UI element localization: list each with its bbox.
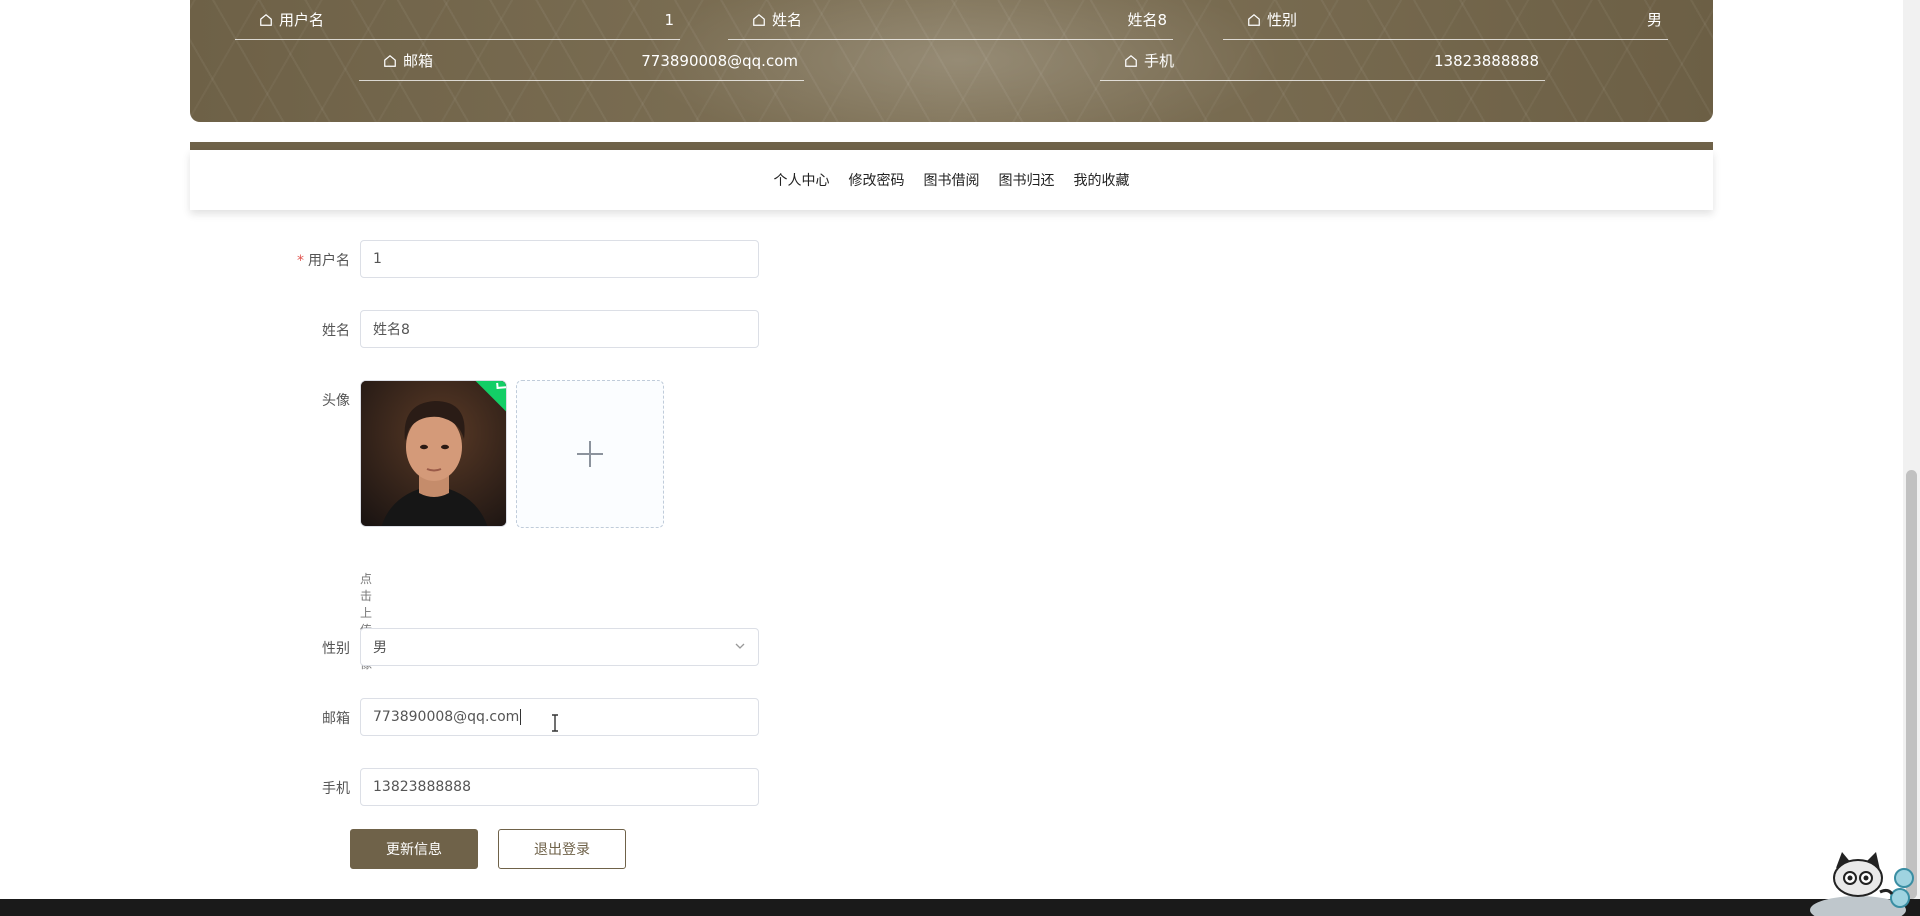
logout-button[interactable]: 退出登录	[498, 829, 626, 869]
required-mark: *	[297, 253, 304, 269]
info-value-name: 姓名8	[1127, 11, 1167, 29]
info-label-name: 姓名	[772, 11, 803, 29]
info-label-phone: 手机	[1144, 52, 1175, 70]
avatar-label: 头像	[322, 393, 350, 409]
plus-icon	[577, 441, 603, 467]
avatar-preview[interactable]	[360, 380, 507, 527]
cat-mascot-icon[interactable]	[1800, 848, 1920, 916]
username-input[interactable]: 1	[360, 240, 759, 278]
info-item-name: 姓名 姓名8	[728, 0, 1173, 40]
nav-item-personal-center[interactable]: 个人中心	[774, 170, 830, 190]
info-label-gender: 性别	[1267, 11, 1298, 29]
home-icon	[383, 54, 397, 68]
user-info-banner: 用户名 1 姓名 姓名8 性别 男 邮箱 773890008@qq.com 手机…	[190, 0, 1713, 122]
info-item-username: 用户名 1	[235, 0, 680, 40]
page-footer	[0, 899, 1920, 916]
text-cursor-icon	[552, 714, 558, 732]
nav-item-change-password[interactable]: 修改密码	[849, 170, 905, 190]
scrollbar-thumb[interactable]	[1906, 470, 1917, 899]
info-label-username: 用户名	[279, 11, 325, 29]
info-value-phone: 13823888888	[1434, 51, 1539, 70]
email-label: 邮箱	[322, 711, 350, 727]
info-value-username: 1	[664, 10, 674, 29]
update-info-button[interactable]: 更新信息	[350, 829, 478, 869]
info-item-gender: 性别 男	[1223, 0, 1668, 40]
nav-item-my-favorites[interactable]: 我的收藏	[1074, 170, 1130, 190]
text-caret	[520, 709, 522, 725]
gender-label: 性别	[322, 641, 350, 657]
info-item-phone: 手机 13823888888	[1100, 41, 1545, 81]
info-value-gender: 男	[1646, 11, 1662, 29]
check-icon	[496, 382, 506, 390]
nav-item-book-borrow[interactable]: 图书借阅	[924, 170, 980, 190]
username-label: * 用户名	[297, 253, 350, 269]
chevron-down-icon	[735, 643, 745, 649]
avatar-upload-button[interactable]	[516, 380, 664, 528]
home-icon	[1247, 13, 1261, 27]
nav-accent-line	[190, 142, 1713, 150]
info-item-email: 邮箱 773890008@qq.com	[359, 41, 804, 81]
avatar-image	[361, 381, 506, 526]
gender-select[interactable]: 男	[360, 628, 759, 666]
phone-input[interactable]: 13823888888	[360, 768, 759, 806]
info-value-email: 773890008@qq.com	[641, 51, 798, 70]
phone-label: 手机	[322, 781, 350, 797]
user-center-nav: 个人中心 修改密码 图书借阅 图书归还 我的收藏	[190, 150, 1713, 210]
home-icon	[259, 13, 273, 27]
home-icon	[1124, 54, 1138, 68]
name-label: 姓名	[322, 323, 350, 339]
name-input[interactable]: 姓名8	[360, 310, 759, 348]
nav-item-book-return[interactable]: 图书归还	[999, 170, 1055, 190]
page-scrollbar[interactable]	[1903, 0, 1920, 899]
home-icon	[752, 13, 766, 27]
info-label-email: 邮箱	[403, 52, 434, 70]
